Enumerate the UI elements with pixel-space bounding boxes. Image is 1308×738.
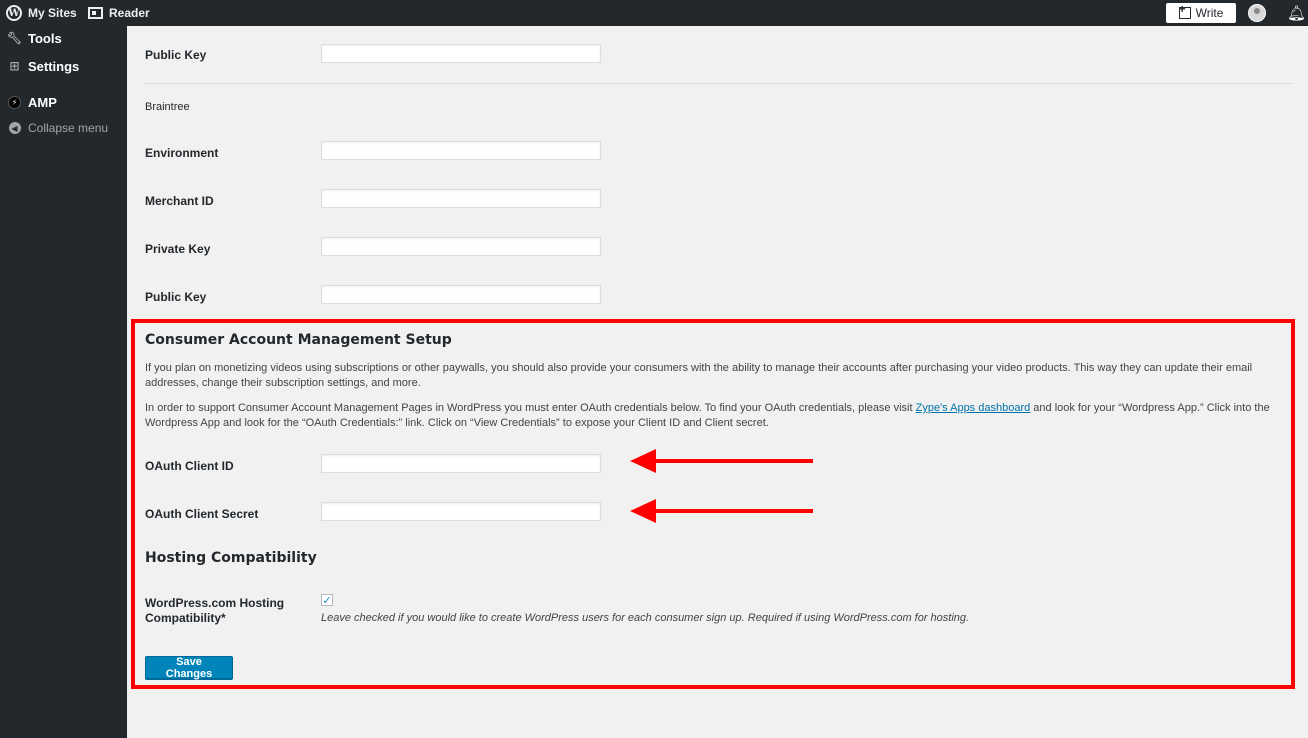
my-sites-link[interactable]: W My Sites <box>6 0 77 26</box>
notifications-bell-icon[interactable]: 🔔︎ <box>1287 4 1306 22</box>
checkmark-icon: ✓ <box>322 594 332 607</box>
zype-apps-dashboard-link[interactable]: Zype's Apps dashboard <box>916 402 1031 414</box>
write-button[interactable]: Write <box>1166 2 1236 23</box>
hosting-compat-label-line2: Compatibility* <box>145 611 226 625</box>
collapse-icon: ◀ <box>8 122 21 134</box>
write-label: Write <box>1195 6 1224 20</box>
hosting-compat-description: Leave checked if you would like to creat… <box>321 612 970 624</box>
oauth-client-secret-input[interactable] <box>321 502 601 521</box>
section-divider <box>145 83 1293 84</box>
consumer-intro-paragraph: If you plan on monetizing videos using s… <box>145 362 1253 389</box>
sidebar-item-tools[interactable]: 🔧︎ Tools <box>0 26 62 50</box>
avatar[interactable] <box>1248 4 1266 22</box>
sidebar-item-label: Collapse menu <box>28 121 109 135</box>
braintree-heading: Braintree <box>145 101 190 113</box>
reader-icon <box>88 7 103 19</box>
public-key-input[interactable] <box>321 44 601 63</box>
admin-bar: W My Sites Reader Write 🔔︎ <box>0 0 1308 26</box>
private-key-input[interactable] <box>321 237 601 256</box>
public-key-label: Public Key <box>145 48 207 62</box>
private-key-label: Private Key <box>145 242 211 256</box>
my-sites-label: My Sites <box>28 6 77 20</box>
annotation-arrow-icon <box>630 499 813 523</box>
braintree-public-key-input[interactable] <box>321 285 601 304</box>
reader-label: Reader <box>109 6 150 20</box>
oauth-instructions-paragraph: In order to support Consumer Account Man… <box>145 402 1270 429</box>
wrench-icon: 🔧︎ <box>6 31 23 45</box>
collapse-menu-button[interactable]: ◀ Collapse menu <box>0 116 108 140</box>
admin-sidebar: 🔧︎ Tools ⊞ Settings ⚡︎ AMP ◀ Collapse me… <box>0 26 127 738</box>
sidebar-item-label: Settings <box>28 58 80 74</box>
oauth-client-id-label: OAuth Client ID <box>145 459 234 473</box>
environment-input[interactable] <box>321 141 601 160</box>
wordpress-logo-icon: W <box>6 5 22 21</box>
reader-link[interactable]: Reader <box>88 0 150 26</box>
merchant-id-label: Merchant ID <box>145 194 214 208</box>
annotation-arrow-icon <box>630 449 813 473</box>
merchant-id-input[interactable] <box>321 189 601 208</box>
hosting-compat-label-line1: WordPress.com Hosting <box>145 596 285 610</box>
hosting-compat-checkbox[interactable]: ✓ <box>321 594 333 607</box>
sidebar-item-amp[interactable]: ⚡︎ AMP <box>0 90 57 114</box>
oauth-client-id-input[interactable] <box>321 454 601 473</box>
sliders-icon: ⊞ <box>9 59 20 73</box>
consumer-section-title: Consumer Account Management Setup <box>145 332 452 348</box>
sidebar-item-label: AMP <box>28 94 57 110</box>
save-changes-button[interactable]: Save Changes <box>145 656 233 680</box>
sidebar-item-label: Tools <box>28 30 62 46</box>
amp-icon: ⚡︎ <box>8 95 21 109</box>
sidebar-item-settings[interactable]: ⊞ Settings <box>0 54 79 78</box>
environment-label: Environment <box>145 146 219 160</box>
hosting-section-title: Hosting Compatibility <box>145 550 317 566</box>
write-icon <box>1178 2 1191 19</box>
braintree-public-key-label: Public Key <box>145 290 207 304</box>
oauth-client-secret-label: OAuth Client Secret <box>145 507 259 521</box>
